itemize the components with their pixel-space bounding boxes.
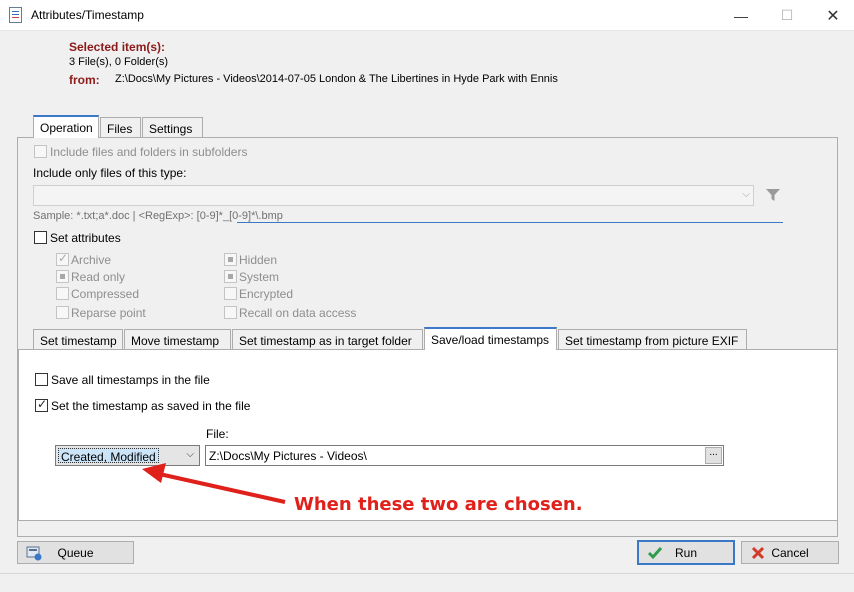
archive-checkbox[interactable]: [56, 251, 69, 266]
chevron-down-icon: ⌵: [742, 189, 750, 200]
recall-checkbox[interactable]: [224, 306, 237, 319]
reparse-point-checkbox[interactable]: [56, 306, 69, 319]
close-button[interactable]: ✕: [810, 0, 854, 31]
file-type-combo[interactable]: ⌵: [33, 185, 754, 206]
window-title: Attributes/Timestamp: [31, 8, 144, 22]
include-subfolders-label: Include files and folders in subfolders: [50, 145, 248, 159]
from-path: Z:\Docs\My Pictures - Videos\2014-07-05 …: [115, 73, 558, 85]
set-as-saved-checkbox[interactable]: [35, 397, 48, 412]
include-subfolders-checkbox[interactable]: [34, 145, 47, 158]
compressed-label: Compressed: [71, 287, 140, 301]
browse-button[interactable]: ...: [705, 447, 722, 464]
compressed-checkbox[interactable]: [56, 287, 69, 300]
include-only-label: Include only files of this type:: [33, 166, 187, 180]
tab-save-load[interactable]: Save/load timestamps: [424, 327, 557, 350]
run-button[interactable]: Run: [637, 540, 735, 565]
annotation-text: When these two are chosen.: [294, 494, 583, 515]
check-icon: [647, 547, 663, 560]
divider: [237, 222, 783, 223]
funnel-icon[interactable]: [765, 187, 781, 203]
hidden-label: Hidden: [239, 253, 278, 267]
tab-files[interactable]: Files: [100, 117, 141, 138]
status-bar: [0, 573, 854, 592]
recall-label: Recall on data access: [239, 306, 357, 320]
read-only-checkbox[interactable]: [56, 270, 69, 283]
title-bar: Attributes/Timestamp — ☐ ✕: [0, 0, 854, 31]
tab-operation[interactable]: Operation: [33, 115, 99, 138]
archive-label: Archive: [71, 253, 112, 267]
set-attributes-label: Set attributes: [50, 231, 121, 245]
reparse-point-label: Reparse point: [71, 306, 146, 320]
system-label: System: [239, 270, 280, 284]
annotation-arrow: [142, 463, 286, 504]
tab-target-folder[interactable]: Set timestamp as in target folder: [232, 329, 423, 350]
sample-hint: Sample: *.txt;a*.doc | <RegExp>: [0-9]*_…: [33, 210, 283, 222]
encrypted-label: Encrypted: [239, 287, 294, 301]
tab-picture-exif[interactable]: Set timestamp from picture EXIF: [558, 329, 747, 350]
queue-button[interactable]: Queue: [17, 541, 134, 564]
app-icon: [9, 7, 22, 23]
system-checkbox[interactable]: [224, 270, 237, 283]
read-only-label: Read only: [71, 270, 126, 284]
tab-settings[interactable]: Settings: [142, 117, 203, 138]
from-label: from:: [69, 73, 100, 87]
save-all-checkbox[interactable]: [35, 373, 48, 386]
tab-set-timestamp[interactable]: Set timestamp: [33, 329, 123, 350]
set-attributes-checkbox[interactable]: [34, 231, 47, 244]
tab-move-timestamp[interactable]: Move timestamp: [124, 329, 231, 350]
hidden-checkbox[interactable]: [224, 253, 237, 266]
cross-icon: [751, 546, 765, 560]
cancel-button[interactable]: Cancel: [741, 541, 839, 564]
selected-items-label: Selected item(s):: [69, 40, 166, 54]
minimize-button[interactable]: —: [718, 0, 764, 31]
encrypted-checkbox[interactable]: [224, 287, 237, 300]
save-all-label: Save all timestamps in the file: [51, 373, 210, 387]
maximize-button[interactable]: ☐: [764, 0, 810, 31]
file-label: File:: [206, 427, 229, 441]
selected-count: 3 File(s), 0 Folder(s): [69, 56, 169, 68]
set-as-saved-label: Set the timestamp as saved in the file: [51, 399, 251, 413]
queue-icon: [26, 546, 42, 561]
